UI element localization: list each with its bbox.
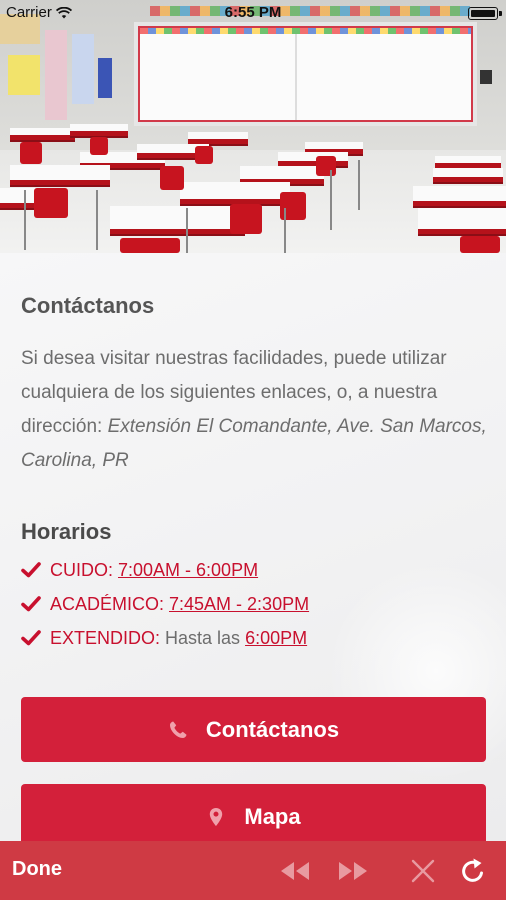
check-icon (21, 562, 41, 578)
hero-desk (70, 124, 128, 136)
hero-chair (316, 156, 336, 176)
map-pin-icon (210, 807, 223, 826)
map-button-label: Mapa (244, 803, 301, 829)
check-icon (21, 596, 41, 612)
page-title: Contáctanos (21, 293, 155, 318)
hours-label: ACADÉMICO: (50, 593, 165, 614)
hero-poster (98, 58, 112, 98)
hero-desk (10, 128, 75, 140)
status-time: 6:55 PM (224, 4, 282, 21)
back-button[interactable] (279, 856, 311, 886)
forward-button[interactable] (337, 856, 369, 886)
fast-forward-icon (339, 862, 367, 880)
hero-classroom-image (0, 0, 506, 253)
hours-item-academico: ACADÉMICO: 7:45AM - 2:30PM (21, 587, 309, 621)
contact-button-label: Contáctanos (205, 716, 340, 742)
hero-desk (110, 206, 245, 234)
hero-desk-leg (24, 190, 26, 250)
hero-desk-leg (186, 208, 188, 253)
battery-icon (468, 7, 502, 20)
hero-desk (180, 182, 290, 204)
hero-chair (160, 166, 184, 190)
hours-label: CUIDO: (50, 559, 113, 580)
hero-desk (435, 156, 501, 168)
hero-poster (45, 30, 67, 120)
hero-desk-leg (284, 208, 286, 253)
hero-chair (90, 137, 108, 155)
hero-poster (8, 55, 40, 95)
hours-title: Horarios (21, 519, 112, 544)
hero-chair (20, 142, 42, 164)
hours-prefix: Hasta las (165, 627, 241, 648)
phone-icon (169, 721, 187, 738)
contact-button[interactable]: Contáctanos (21, 697, 486, 762)
intro-paragraph: Si desea visitar nuestras facilidades, p… (21, 342, 491, 478)
hero-desk (433, 168, 503, 182)
hero-chair (230, 204, 262, 234)
hero-desk-leg (358, 160, 360, 210)
hours-label: EXTENDIDO: (50, 627, 161, 648)
map-button[interactable]: Mapa (21, 784, 486, 841)
hours-value-link[interactable]: 7:00AM - 6:00PM (118, 560, 258, 581)
hours-item-cuido: CUIDO: 7:00AM - 6:00PM (21, 553, 309, 587)
hours-value-link[interactable]: 7:45AM - 2:30PM (169, 594, 309, 615)
rewind-icon (281, 862, 309, 880)
hero-whiteboard (134, 22, 477, 126)
stop-button[interactable] (407, 856, 439, 886)
hero-desk-leg (330, 170, 332, 230)
hours-value-link[interactable]: 6:00PM (245, 628, 307, 649)
reload-icon (462, 858, 483, 882)
hero-desk-leg (96, 190, 98, 250)
hero-desk (413, 186, 506, 206)
hero-chair (195, 146, 213, 164)
hero-chair (34, 188, 68, 218)
hero-chair (460, 236, 500, 253)
reload-button[interactable] (457, 856, 489, 886)
hero-chair (120, 238, 180, 253)
hero-desk (188, 132, 248, 144)
status-bar: Carrier 6:55 PM (0, 0, 506, 26)
browser-toolbar: Done (0, 841, 506, 900)
check-icon (21, 630, 41, 646)
hours-list: CUIDO: 7:00AM - 6:00PM ACADÉMICO: 7:45AM… (21, 553, 309, 655)
hero-desk (418, 208, 506, 234)
done-button[interactable]: Done (12, 858, 62, 881)
hero-speaker (480, 70, 492, 84)
close-icon (411, 859, 435, 883)
hero-desk (10, 165, 110, 185)
hero-desk (278, 152, 348, 166)
hours-item-extendido: EXTENDIDO: Hasta las 6:00PM (21, 621, 309, 655)
hero-poster (72, 34, 94, 104)
contact-content: Contáctanos Si desea visitar nuestras fa… (0, 253, 506, 841)
